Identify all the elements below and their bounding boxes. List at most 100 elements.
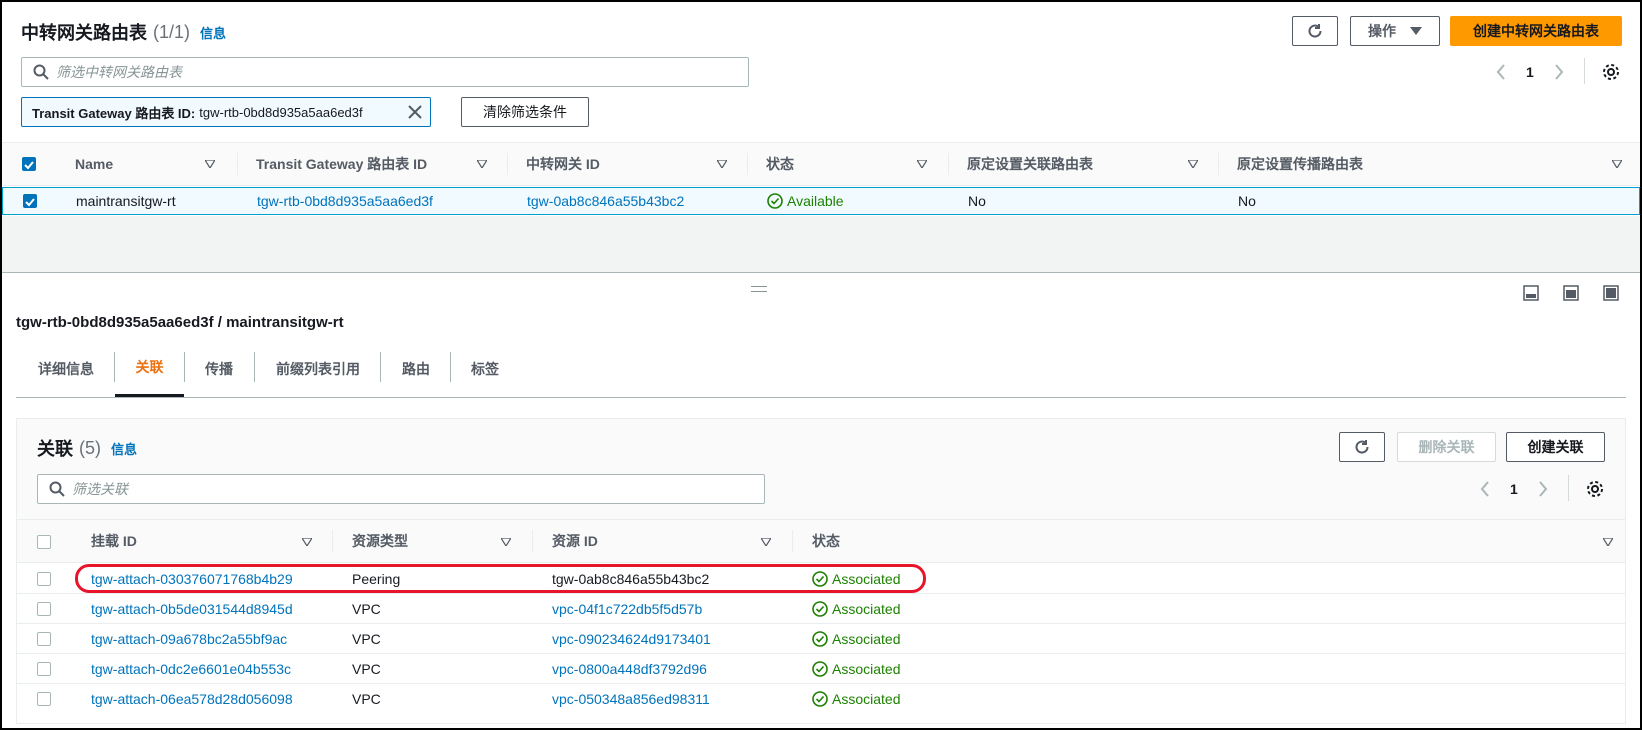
chevron-right-icon[interactable] (1538, 481, 1548, 497)
cell-attachment-id-link[interactable]: tgw-attach-09a678bc2a55bf9ac (91, 624, 287, 653)
tab-tags[interactable]: 标签 (471, 340, 499, 397)
page-title: 中转网关路由表 (21, 23, 147, 43)
row-checkbox[interactable] (37, 692, 51, 706)
tab-propagations[interactable]: 传播 (205, 340, 233, 397)
tab-associations[interactable]: 关联 (115, 340, 184, 397)
row-checkbox[interactable] (37, 602, 51, 616)
check-circle-icon (812, 691, 828, 707)
sort-icon[interactable] (205, 160, 215, 168)
associations-title-row: 关联 (5) 信息 (37, 436, 137, 460)
filter-token: Transit Gateway 路由表 ID: tgw-rtb-0bd8d935… (21, 97, 431, 127)
sort-icon[interactable] (1603, 538, 1613, 546)
col-header-rtb-id[interactable]: Transit Gateway 路由表 ID (256, 143, 486, 185)
col-header-status[interactable]: 状态 (766, 143, 926, 185)
refresh-button[interactable] (1339, 432, 1385, 462)
select-all-checkbox[interactable] (22, 157, 36, 171)
check-circle-icon (812, 600, 828, 617)
refresh-icon (1355, 440, 1369, 454)
associations-filter-input[interactable]: 筛选关联 (37, 474, 765, 504)
cell-default-prop: No (1238, 193, 1256, 209)
associations-count: (5) (79, 437, 101, 458)
close-icon[interactable] (408, 105, 422, 119)
info-link[interactable]: 信息 (200, 23, 226, 42)
table-row[interactable]: tgw-attach-0b5de031544d8945d VPC vpc-04f… (17, 594, 1625, 624)
row-checkbox[interactable] (23, 194, 37, 208)
sort-icon[interactable] (761, 538, 771, 546)
caret-down-icon (1410, 27, 1422, 35)
cell-attachment-id-link[interactable]: tgw-attach-0b5de031544d8945d (91, 594, 293, 623)
col-header-resource-type[interactable]: 资源类型 (352, 520, 408, 562)
associations-table-header: 挂载 ID 资源类型 资源 ID 状态 (17, 519, 1625, 563)
col-header-resource-id[interactable]: 资源 ID (552, 520, 598, 562)
tab-prefix-list-references[interactable]: 前缀列表引用 (276, 340, 360, 397)
page-number[interactable]: 1 (1526, 64, 1534, 80)
cell-default-assoc: No (968, 193, 986, 209)
row-checkbox[interactable] (37, 572, 51, 586)
chevron-left-icon[interactable] (1496, 64, 1506, 80)
settings-gear-icon[interactable] (1586, 480, 1604, 498)
cell-resource-id-link[interactable]: vpc-0800a448df3792d96 (552, 654, 707, 683)
sort-icon[interactable] (501, 538, 511, 546)
sort-icon[interactable] (302, 538, 312, 546)
create-association-button[interactable]: 创建关联 (1506, 432, 1605, 462)
sort-icon[interactable] (1188, 160, 1198, 168)
chevron-right-icon[interactable] (1554, 64, 1564, 80)
cell-rtb-id-link[interactable]: tgw-rtb-0bd8d935a5aa6ed3f (257, 188, 433, 214)
check-circle-icon (767, 193, 783, 209)
resize-handle[interactable] (751, 286, 767, 292)
check-circle-icon (812, 630, 828, 647)
pagination: 1 (1480, 477, 1580, 501)
sort-icon[interactable] (917, 160, 927, 168)
tab-routes[interactable]: 路由 (402, 340, 430, 397)
pagination: 1 (1496, 60, 1596, 84)
sort-icon[interactable] (1612, 160, 1622, 168)
detail-tabs: 详细信息 关联 传播 前缀列表引用 路由 标签 (16, 340, 1626, 398)
row-checkbox[interactable] (37, 662, 51, 676)
table-row[interactable]: tgw-attach-06ea578d28d056098 VPC vpc-050… (17, 684, 1625, 714)
cell-resource-id-link[interactable]: vpc-090234624d9173401 (552, 624, 711, 653)
actions-dropdown-button[interactable]: 操作 (1350, 16, 1440, 46)
highlight-annotation (75, 564, 926, 593)
panel-bottom-icon[interactable] (1523, 285, 1539, 301)
route-table-filter-input[interactable]: 筛选中转网关路由表 (21, 57, 749, 87)
col-header-status[interactable]: 状态 (812, 520, 840, 562)
sort-icon[interactable] (717, 160, 727, 168)
cell-status: Available (767, 188, 844, 214)
panel-full-icon[interactable] (1603, 285, 1619, 301)
col-header-name[interactable]: Name (75, 143, 225, 185)
cell-attachment-id-link[interactable]: tgw-attach-0dc2e6601e04b553c (91, 654, 291, 683)
refresh-button[interactable] (1292, 16, 1338, 46)
chevron-left-icon[interactable] (1480, 481, 1490, 497)
info-link[interactable]: 信息 (111, 439, 137, 458)
delete-association-button[interactable]: 删除关联 (1397, 432, 1496, 462)
create-route-table-button[interactable]: 创建中转网关路由表 (1450, 16, 1622, 46)
clear-filters-button[interactable]: 清除筛选条件 (461, 97, 589, 127)
cell-resource-type: VPC (352, 691, 381, 707)
col-header-attachment-id[interactable]: 挂载 ID (91, 520, 137, 562)
divider (1568, 475, 1569, 501)
cell-resource-id-link[interactable]: vpc-04f1c722db5f5d57b (552, 594, 702, 623)
col-header-default-assoc[interactable]: 原定设置关联路由表 (967, 143, 1207, 185)
refresh-icon (1308, 24, 1322, 38)
settings-gear-icon[interactable] (1602, 63, 1620, 81)
cell-tgw-id-link[interactable]: tgw-0ab8c846a55b43bc2 (527, 188, 684, 214)
tab-details[interactable]: 详细信息 (38, 340, 94, 397)
table-row[interactable]: tgw-attach-09a678bc2a55bf9ac VPC vpc-090… (17, 624, 1625, 654)
page-title-row: 中转网关路由表 (1/1) 信息 (21, 20, 226, 44)
cell-status: Associated (812, 684, 900, 714)
sort-icon[interactable] (477, 160, 487, 168)
top-table-header: Name Transit Gateway 路由表 ID 中转网关 ID 状态 原… (2, 142, 1640, 186)
table-row[interactable]: maintransitgw-rt tgw-rtb-0bd8d935a5aa6ed… (2, 187, 1640, 215)
cell-resource-id-link[interactable]: vpc-050348a856ed98311 (552, 684, 710, 714)
table-row[interactable]: tgw-attach-0dc2e6601e04b553c VPC vpc-080… (17, 654, 1625, 684)
col-header-default-prop[interactable]: 原定设置传播路由表 (1237, 143, 1537, 185)
panel-side-icon[interactable] (1563, 285, 1579, 301)
cell-attachment-id-link[interactable]: tgw-attach-06ea578d28d056098 (91, 684, 293, 714)
row-checkbox[interactable] (37, 632, 51, 646)
page-number[interactable]: 1 (1510, 481, 1518, 497)
col-header-tgw-id[interactable]: 中转网关 ID (526, 143, 726, 185)
filter-token-value: tgw-rtb-0bd8d935a5aa6ed3f (199, 104, 363, 120)
cell-name: maintransitgw-rt (76, 193, 176, 209)
split-divider (2, 272, 1640, 273)
select-all-checkbox[interactable] (37, 535, 51, 549)
